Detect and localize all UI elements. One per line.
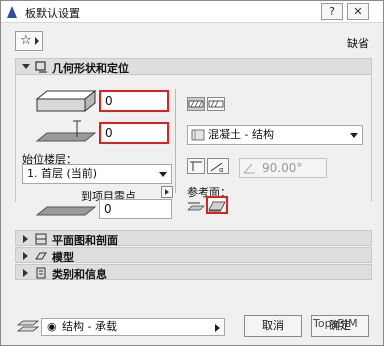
- app-icon: [7, 6, 17, 18]
- hatch-pattern-icon: [188, 100, 204, 108]
- cancel-button[interactable]: 取消: [244, 315, 302, 337]
- default-label: 缺省: [347, 37, 369, 50]
- angle-icon: [243, 163, 255, 174]
- edge-angle-button[interactable]: α: [207, 158, 229, 174]
- dropdown-arrow-icon: [159, 172, 167, 177]
- material-swatch-icon: [191, 129, 205, 141]
- slab-offset-icon: [35, 120, 97, 142]
- project-zero-input[interactable]: 0: [99, 199, 172, 219]
- reference-bottom-button[interactable]: [206, 196, 228, 214]
- material-select[interactable]: 混凝土 - 结构: [187, 125, 363, 145]
- chevron-right-icon: [215, 324, 220, 332]
- star-icon: ☆: [20, 33, 32, 48]
- edge-perpendicular-button[interactable]: [187, 158, 205, 174]
- chevron-right-icon: [35, 37, 39, 45]
- section-model[interactable]: 模型: [15, 247, 372, 264]
- title-bar: 板默认设置 ? ✕: [1, 1, 383, 23]
- window-title: 板默认设置: [25, 7, 80, 20]
- reference-top-icon: [187, 202, 205, 211]
- expand-right-icon: [23, 235, 28, 243]
- dropdown-arrow-icon: [350, 133, 358, 138]
- layer-icon: [17, 320, 39, 332]
- slab-thickness-icon: [35, 89, 97, 113]
- watermark-text: TopsBIM: [313, 317, 358, 330]
- project-zero-icon: [35, 206, 97, 216]
- section-floor-plan[interactable]: 平面图和剖面: [15, 230, 372, 247]
- offset-input[interactable]: 0: [99, 122, 169, 144]
- reference-top-button[interactable]: [187, 198, 205, 212]
- svg-text:α: α: [219, 166, 224, 173]
- section-classification-label: 类别和信息: [52, 268, 107, 281]
- reference-bottom-icon: [208, 201, 226, 212]
- section-header-bar: 几何形状和定位: [16, 59, 371, 75]
- layer-select[interactable]: ◉ 结构 - 承载: [41, 318, 225, 336]
- model-icon: [35, 252, 47, 260]
- edge-angle-value: 90.00°: [262, 161, 303, 175]
- home-story-value: 1. 首层 (当前): [27, 167, 98, 180]
- favorites-row: ☆ 缺省: [1, 23, 383, 55]
- info-icon: [36, 267, 46, 279]
- floor-plan-icon: [35, 233, 47, 245]
- geometry-section-header[interactable]: 几何形状和定位: [15, 58, 372, 75]
- thickness-input[interactable]: 0: [99, 90, 169, 112]
- geometry-section-label: 几何形状和定位: [52, 62, 129, 75]
- section-model-label: 模型: [52, 251, 74, 264]
- help-button[interactable]: ?: [321, 3, 343, 20]
- section-floor-plan-label: 平面图和剖面: [52, 234, 118, 247]
- dialog-window: 板默认设置 ? ✕ ☆ 缺省 几何形状和定位 0 0 始位楼层： 1. 首层 (…: [0, 0, 384, 346]
- expand-right-icon: [23, 269, 28, 277]
- project-zero-toggle[interactable]: [161, 186, 173, 198]
- expand-down-icon: [22, 64, 30, 69]
- geometry-icon: [35, 61, 47, 73]
- surface-pattern-button-active[interactable]: [187, 97, 205, 111]
- home-story-select[interactable]: 1. 首层 (当前): [22, 164, 172, 184]
- surface-pattern-button[interactable]: [207, 97, 225, 111]
- chevron-right-icon: [165, 189, 169, 195]
- panel-divider: [175, 89, 176, 193]
- expand-right-icon: [23, 252, 28, 260]
- hatch-pattern-icon: [208, 100, 224, 108]
- eye-icon: ◉: [47, 320, 57, 333]
- edge-perpendicular-icon: [190, 161, 202, 171]
- edge-angle-input[interactable]: 90.00°: [239, 158, 327, 178]
- favorites-button[interactable]: ☆: [15, 31, 43, 51]
- section-classification[interactable]: 类别和信息: [15, 264, 372, 281]
- layer-value: 结构 - 承载: [62, 320, 117, 333]
- edge-angle-icon: α: [210, 162, 224, 174]
- close-button[interactable]: ✕: [347, 3, 369, 20]
- material-value: 混凝土 - 结构: [208, 128, 274, 141]
